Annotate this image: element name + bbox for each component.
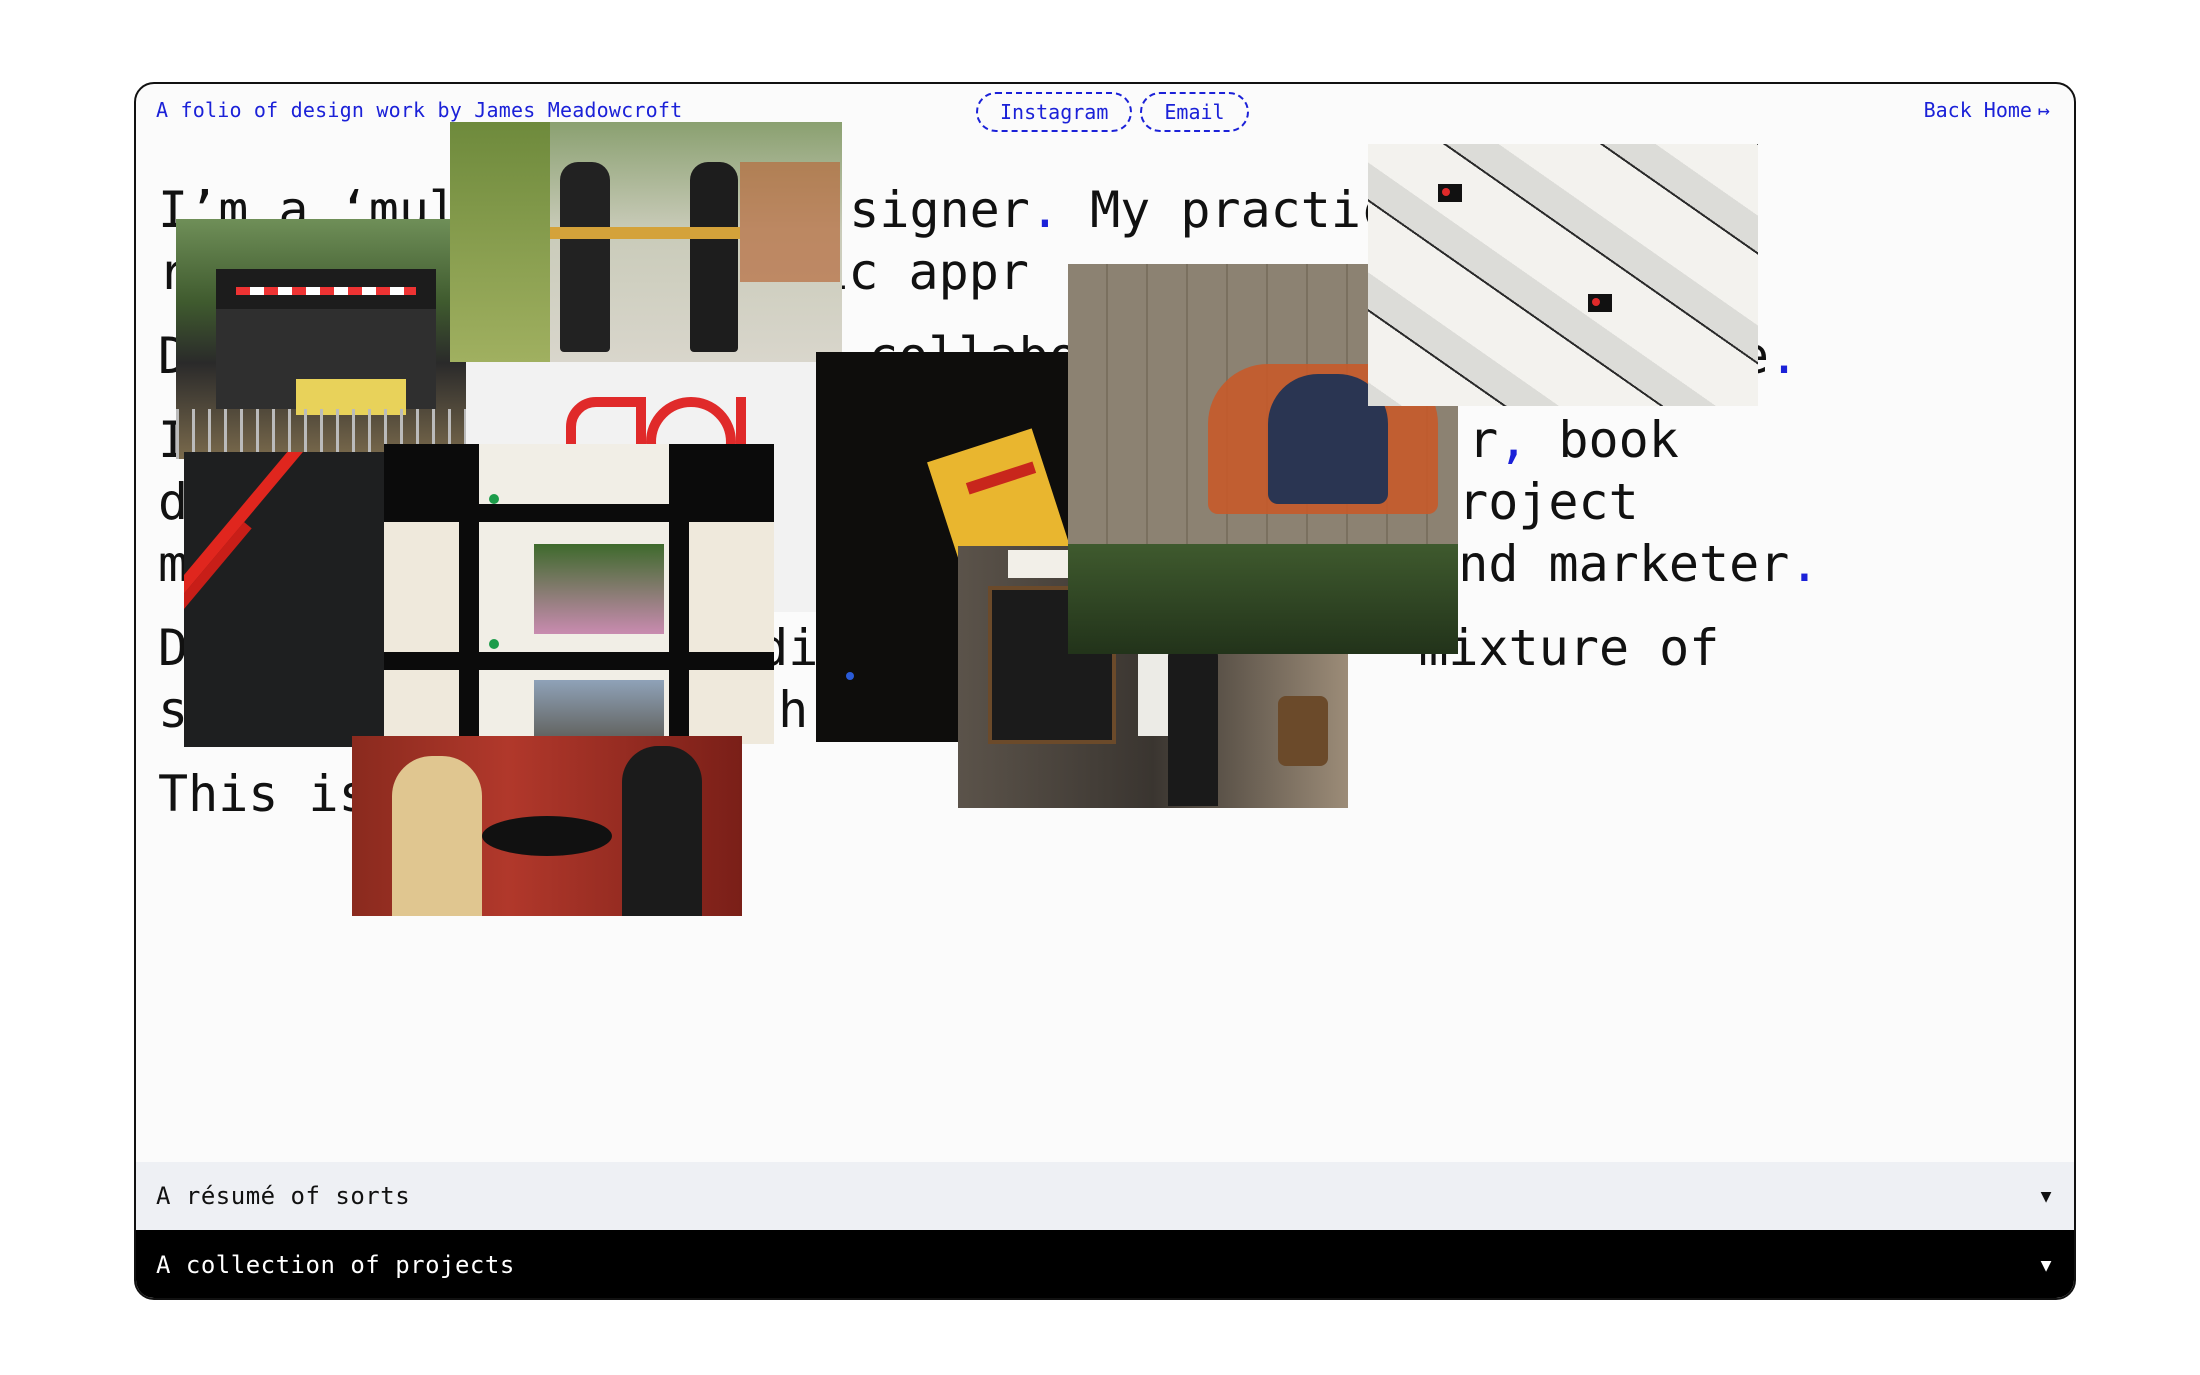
bio-fragment: h t: [778, 681, 869, 739]
bio-fragment: di: [758, 619, 819, 677]
bio-paragraph-5: This is m: [158, 763, 1978, 825]
bio-text: I’m a ‘multi signer. My practice is r gic …: [158, 179, 1978, 847]
resume-accordion-label: A résumé of sorts: [156, 1182, 411, 1210]
bio-fragment: r: [158, 243, 189, 301]
instagram-link[interactable]: Instagram: [976, 92, 1133, 132]
bio-fragment: My practice is: [1059, 181, 1512, 239]
bio-fragment: signer: [849, 181, 1030, 239]
bio-paragraph-3: Ir, book d roject m and marketer.: [158, 411, 1820, 593]
bio-fragment: This is m: [158, 765, 429, 823]
bio-fragment: D: [158, 327, 189, 385]
email-link[interactable]: Email: [1140, 92, 1249, 132]
portfolio-window: A folio of design work by James Meadowcr…: [134, 82, 2076, 1300]
bio-fragment: I’m a ‘multi: [158, 181, 520, 239]
bio-fragment: I: [158, 411, 189, 469]
top-bar: A folio of design work by James Meadowcr…: [136, 84, 2074, 144]
triangle-down-icon: ▼: [2040, 1254, 2052, 1276]
back-home-label: Back Home: [1923, 98, 2032, 122]
bio-fragment: collabo: [868, 327, 1079, 385]
bio-fragment: d: [158, 473, 189, 531]
arrow-to-right-icon: ↦: [2037, 98, 2050, 122]
bio-fragment: m: [158, 535, 189, 593]
bio-fragment: ne: [1708, 327, 1770, 385]
bio-fragment: s: [158, 681, 189, 739]
resume-accordion[interactable]: A résumé of sorts ▼: [136, 1162, 2074, 1230]
projects-accordion-label: A collection of projects: [156, 1251, 515, 1279]
triangle-down-icon: ▼: [2040, 1185, 2052, 1207]
bio-fragment: and marketer: [1428, 535, 1790, 593]
bio-fragment: r: [1468, 411, 1499, 469]
back-home-link[interactable]: Back Home ↦: [1924, 98, 2050, 122]
bio-paragraph-4: Ddi mixture of s h t: [158, 617, 1978, 741]
bio-fragment: D: [158, 619, 189, 677]
bio-fragment: gic appr: [788, 243, 1029, 301]
projects-accordion[interactable]: A collection of projects ▼: [136, 1230, 2074, 1298]
site-tagline[interactable]: A folio of design work by James Meadowcr…: [156, 98, 682, 122]
bio-fragment: mixture of: [1418, 619, 1720, 677]
bio-paragraph-2: Dcollabo ne.: [158, 327, 1800, 385]
bio-fragment: roject: [1458, 473, 1639, 531]
social-links: Instagram Email: [976, 92, 1249, 132]
bio-fragment: book: [1528, 411, 1679, 469]
bio-paragraph-1: I’m a ‘multi signer. My practice is r gic …: [158, 181, 1512, 301]
